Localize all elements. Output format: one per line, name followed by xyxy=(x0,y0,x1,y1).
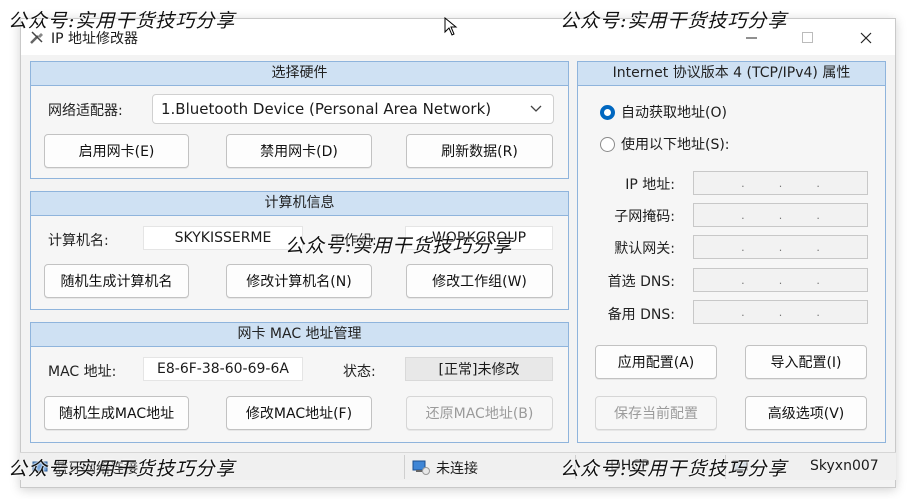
adapter-select[interactable]: 1.Bluetooth Device (Personal Area Networ… xyxy=(152,94,554,124)
save-config-button[interactable]: 保存当前配置 xyxy=(595,396,717,430)
chevron-down-icon xyxy=(530,105,542,112)
maximize-icon xyxy=(802,32,813,43)
radio-selected-icon xyxy=(600,104,615,120)
computer-group-title: 计算机信息 xyxy=(31,192,568,216)
watermark: 公众号:实用干货技巧分享 xyxy=(8,458,236,480)
radio-unselected-icon xyxy=(600,136,615,152)
alternate-dns-input[interactable]: ... xyxy=(693,300,868,324)
subnet-mask-input[interactable]: ... xyxy=(693,203,868,227)
enable-adapter-button[interactable]: 启用网卡(E) xyxy=(44,134,189,168)
mac-status-field: [正常]未修改 xyxy=(405,357,553,381)
status-divider xyxy=(404,455,405,479)
ip-address-input[interactable]: ... xyxy=(693,171,868,195)
mac-address-field[interactable]: E8-6F-38-60-69-6A xyxy=(143,357,303,381)
modify-computer-name-button[interactable]: 修改计算机名(N) xyxy=(226,264,372,298)
mac-group-title: 网卡 MAC 地址管理 xyxy=(31,323,568,347)
disable-adapter-button[interactable]: 禁用网卡(D) xyxy=(226,134,372,168)
import-config-button[interactable]: 导入配置(I) xyxy=(745,345,867,379)
watermark: 公众号:实用干货技巧分享 xyxy=(560,458,788,480)
preferred-dns-input[interactable]: ... xyxy=(693,268,868,292)
restore-mac-button[interactable]: 还原MAC地址(B) xyxy=(406,396,553,430)
hardware-group-title: 选择硬件 xyxy=(31,62,568,86)
mac-address-label: MAC 地址: xyxy=(48,364,117,380)
close-icon xyxy=(860,32,872,44)
disconnected-network-icon xyxy=(412,460,430,475)
ip-address-label: IP 地址: xyxy=(625,177,675,193)
preferred-dns-label: 首选 DNS: xyxy=(607,274,675,290)
computer-name-field[interactable]: SKYKISSERME xyxy=(143,226,303,250)
gateway-input[interactable]: ... xyxy=(693,235,868,259)
status-connection: 未连接 xyxy=(436,461,478,477)
adapter-label: 网络适配器: xyxy=(48,103,123,119)
maximize-button[interactable] xyxy=(785,23,831,53)
subnet-mask-label: 子网掩码: xyxy=(614,209,675,225)
watermark: 公众号:实用干货技巧分享 xyxy=(8,10,236,32)
watermark: 公众号:实用干货技巧分享 xyxy=(285,235,513,257)
mouse-cursor-icon xyxy=(444,17,458,36)
refresh-data-button[interactable]: 刷新数据(R) xyxy=(406,134,553,168)
modify-workgroup-button[interactable]: 修改工作组(W) xyxy=(406,264,553,298)
watermark: 公众号:实用干货技巧分享 xyxy=(560,10,788,32)
ipv4-group-title: Internet 协议版本 4 (TCP/IPv4) 属性 xyxy=(578,62,885,86)
close-button[interactable] xyxy=(843,23,889,53)
advanced-options-button[interactable]: 高级选项(V) xyxy=(745,396,867,430)
auto-address-radio[interactable]: 自动获取地址(O) xyxy=(600,102,727,122)
manual-address-label: 使用以下地址(S): xyxy=(621,137,730,153)
apply-config-button[interactable]: 应用配置(A) xyxy=(595,345,717,379)
status-label: 状态: xyxy=(343,364,376,380)
computer-name-label: 计算机名: xyxy=(48,233,109,249)
modify-mac-button[interactable]: 修改MAC地址(F) xyxy=(226,396,372,430)
minimize-icon xyxy=(746,37,757,39)
auto-address-label: 自动获取地址(O) xyxy=(621,105,727,121)
status-user: Skyxn007 xyxy=(810,458,879,474)
alternate-dns-label: 备用 DNS: xyxy=(607,307,675,323)
gateway-label: 默认网关: xyxy=(614,241,675,257)
manual-address-radio[interactable]: 使用以下地址(S): xyxy=(600,134,730,154)
random-computer-name-button[interactable]: 随机生成计算机名 xyxy=(44,264,189,298)
adapter-select-value: 1.Bluetooth Device (Personal Area Networ… xyxy=(161,100,492,118)
random-mac-button[interactable]: 随机生成MAC地址 xyxy=(44,396,189,430)
